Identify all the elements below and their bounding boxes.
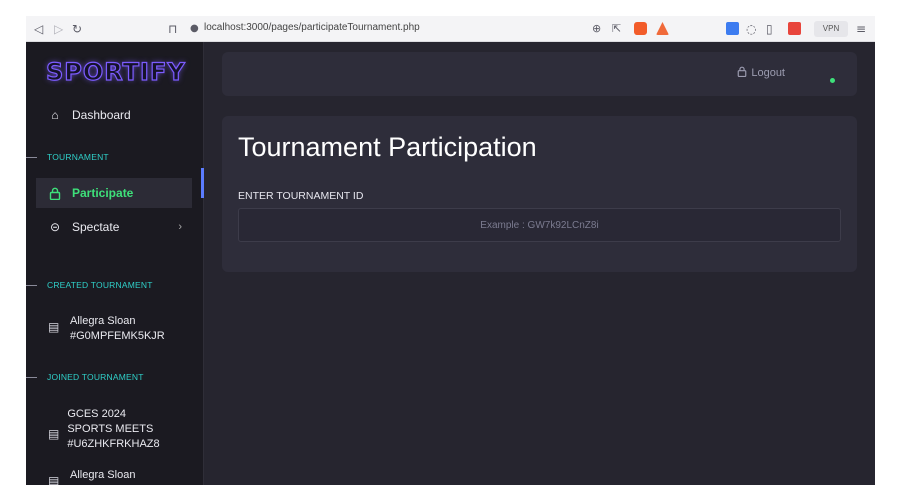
section-label: CREATED TOURNAMENT: [47, 280, 153, 290]
zoom-icon[interactable]: ⊕: [592, 20, 601, 38]
lock-icon: [737, 66, 747, 80]
site-info-icon[interactable]: ●: [190, 20, 199, 38]
tournament-id: #G0MPFEMK5KJR: [70, 483, 165, 485]
section-divider: [26, 376, 37, 378]
active-indicator: [201, 168, 204, 198]
tournament-id-label: ENTER TOURNAMENT ID: [238, 190, 364, 202]
reload-icon[interactable]: ↻: [72, 20, 82, 38]
created-tournament-item[interactable]: ▤ Allegra Sloan #G0MPFEMK5KJR: [48, 314, 198, 344]
section-label: TOURNAMENT: [47, 152, 109, 162]
joined-tournament-item[interactable]: ▤ GCES 2024 SPORTS MEETS #U6ZHKFRKHAZ8: [48, 407, 160, 452]
sidebar-item-dashboard[interactable]: ⌂ Dashboard: [36, 100, 192, 130]
spectate-icon: ⊝: [49, 220, 61, 234]
brave-shield-icon[interactable]: [634, 22, 647, 35]
document-icon: ▤: [48, 320, 60, 334]
sportify-logo[interactable]: SPORTIFY: [45, 57, 186, 86]
tournament-name: Allegra Sloan: [70, 315, 136, 327]
sidebar-toggle-icon[interactable]: ▯: [766, 20, 773, 38]
browser-toolbar: ◁ ▷ ↻ ⊓ ● localhost:3000/pages/participa…: [26, 16, 875, 42]
document-icon: ▤: [48, 474, 60, 485]
forward-icon[interactable]: ▷: [54, 20, 63, 38]
home-icon: ⌂: [51, 108, 59, 122]
section-divider: [26, 284, 37, 286]
section-divider: [26, 156, 37, 158]
sidebar-item-participate[interactable]: Participate: [36, 178, 192, 208]
participation-card: Tournament Participation ENTER TOURNAMEN…: [222, 116, 857, 272]
online-status-dot: [830, 78, 835, 83]
section-label: JOINED TOURNAMENT: [47, 372, 144, 382]
logout-label: Logout: [751, 67, 785, 79]
address-bar[interactable]: localhost:3000/pages/participateTourname…: [204, 22, 420, 33]
notification-icon[interactable]: [788, 22, 801, 35]
section-tournament: TOURNAMENT: [26, 150, 109, 164]
back-icon[interactable]: ◁: [34, 20, 43, 38]
tournament-name: GCES 2024 SPORTS MEETS: [67, 408, 154, 435]
sidebar-item-label: Participate: [72, 186, 134, 200]
extension-icon[interactable]: [726, 22, 739, 35]
document-icon: ▤: [48, 427, 60, 441]
tournament-id: #G0MPFEMK5KJR: [70, 330, 165, 342]
sidebar-item-label: Dashboard: [72, 108, 131, 122]
share-icon[interactable]: ⇱: [612, 20, 621, 38]
tournament-name: Allegra Sloan: [70, 469, 136, 481]
menu-icon[interactable]: ≡: [856, 20, 866, 38]
sidebar: SPORTIFY ⌂ Dashboard TOURNAMENT Particip…: [26, 42, 204, 485]
top-bar: Logout: [222, 52, 857, 96]
brave-rewards-icon[interactable]: [656, 22, 669, 35]
chevron-right-icon: ›: [178, 221, 182, 233]
vpn-button[interactable]: VPN: [814, 21, 848, 37]
tournament-id: #U6ZHKFRKHAZ8: [67, 438, 160, 450]
logout-button[interactable]: Logout: [737, 66, 785, 80]
lock-icon: [48, 186, 62, 200]
browser-window: ◁ ▷ ↻ ⊓ ● localhost:3000/pages/participa…: [26, 16, 875, 485]
tournament-id-input[interactable]: [238, 208, 841, 242]
bookmark-icon[interactable]: ⊓: [168, 20, 177, 38]
page-title: Tournament Participation: [238, 132, 537, 162]
sidebar-item-label: Spectate: [72, 220, 120, 234]
sidebar-item-spectate[interactable]: ⊝ Spectate ›: [36, 212, 192, 242]
section-joined-tournament: JOINED TOURNAMENT: [26, 370, 144, 384]
section-created-tournament: CREATED TOURNAMENT: [26, 278, 153, 292]
joined-tournament-item[interactable]: ▤ Allegra Sloan #G0MPFEMK5KJR: [48, 468, 198, 485]
puzzle-icon[interactable]: ◌: [746, 20, 756, 38]
